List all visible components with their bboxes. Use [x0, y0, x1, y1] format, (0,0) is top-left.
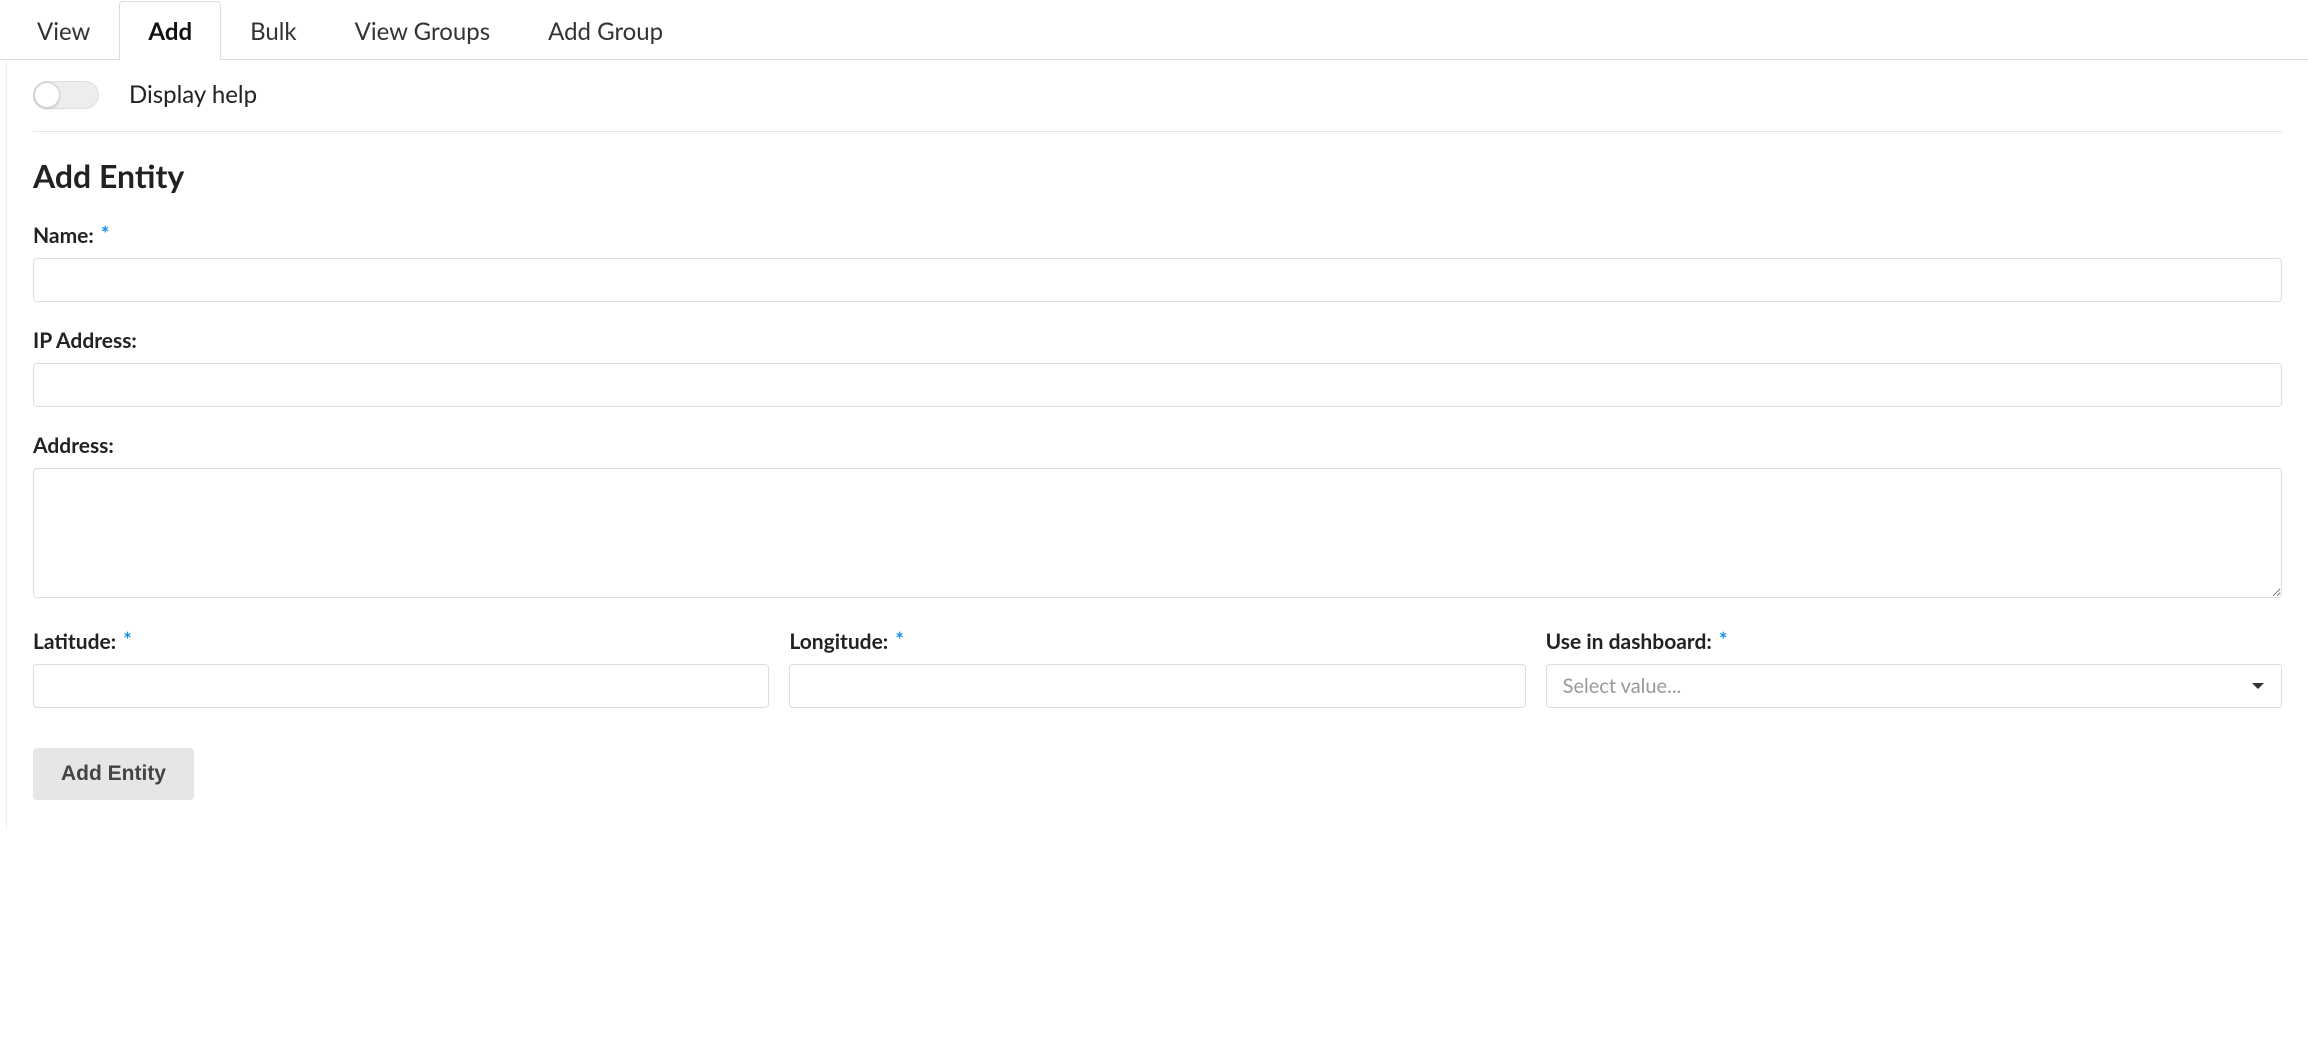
page-title: Add Entity	[33, 156, 2282, 195]
add-entity-button[interactable]: Add Entity	[33, 748, 194, 800]
tab-add[interactable]: Add	[119, 1, 221, 60]
name-label-text: Name:	[33, 223, 94, 248]
use-in-dashboard-select-wrap: Select value...	[1546, 664, 2282, 708]
page-root: View Add Bulk View Groups Add Group Disp…	[0, 0, 2308, 1056]
use-in-dashboard-label-text: Use in dashboard:	[1546, 629, 1712, 654]
name-input[interactable]	[33, 258, 2282, 302]
form-group-name: Name: *	[33, 223, 2282, 302]
required-marker: *	[101, 222, 110, 246]
required-marker: *	[123, 628, 132, 652]
use-in-dashboard-label: Use in dashboard: *	[1546, 629, 2282, 654]
display-help-toggle[interactable]	[33, 81, 99, 109]
ip-address-label-text: IP Address:	[33, 328, 137, 353]
name-label: Name: *	[33, 223, 2282, 248]
use-in-dashboard-select[interactable]: Select value...	[1546, 664, 2282, 708]
address-textarea[interactable]	[33, 468, 2282, 598]
longitude-input[interactable]	[789, 664, 1525, 708]
required-marker: *	[895, 628, 904, 652]
display-help-label: Display help	[129, 80, 257, 109]
tab-bulk[interactable]: Bulk	[221, 1, 326, 60]
form-group-longitude: Longitude: *	[789, 629, 1525, 708]
ip-address-label: IP Address:	[33, 328, 2282, 353]
latitude-label: Latitude: *	[33, 629, 769, 654]
longitude-label-text: Longitude:	[789, 629, 888, 654]
ip-address-input[interactable]	[33, 363, 2282, 407]
lat-lng-dashboard-row: Latitude: * Longitude: * Use in dashboar…	[33, 629, 2282, 708]
use-in-dashboard-placeholder: Select value...	[1563, 674, 1682, 698]
latitude-input[interactable]	[33, 664, 769, 708]
form-group-ip-address: IP Address:	[33, 328, 2282, 407]
form-group-address: Address:	[33, 433, 2282, 603]
help-row: Display help	[33, 80, 2282, 132]
latitude-label-text: Latitude:	[33, 629, 116, 654]
tabs-bar: View Add Bulk View Groups Add Group	[0, 0, 2308, 60]
form-group-use-in-dashboard: Use in dashboard: * Select value...	[1546, 629, 2282, 708]
longitude-label: Longitude: *	[789, 629, 1525, 654]
tab-view-groups[interactable]: View Groups	[326, 1, 519, 60]
address-label: Address:	[33, 433, 2282, 458]
tab-add-group[interactable]: Add Group	[519, 1, 692, 60]
form-group-latitude: Latitude: *	[33, 629, 769, 708]
content-panel: Display help Add Entity Name: * IP Addre…	[6, 60, 2308, 830]
address-label-text: Address:	[33, 433, 114, 458]
required-marker: *	[1719, 628, 1728, 652]
toggle-knob	[34, 82, 60, 108]
tab-view[interactable]: View	[8, 1, 119, 60]
